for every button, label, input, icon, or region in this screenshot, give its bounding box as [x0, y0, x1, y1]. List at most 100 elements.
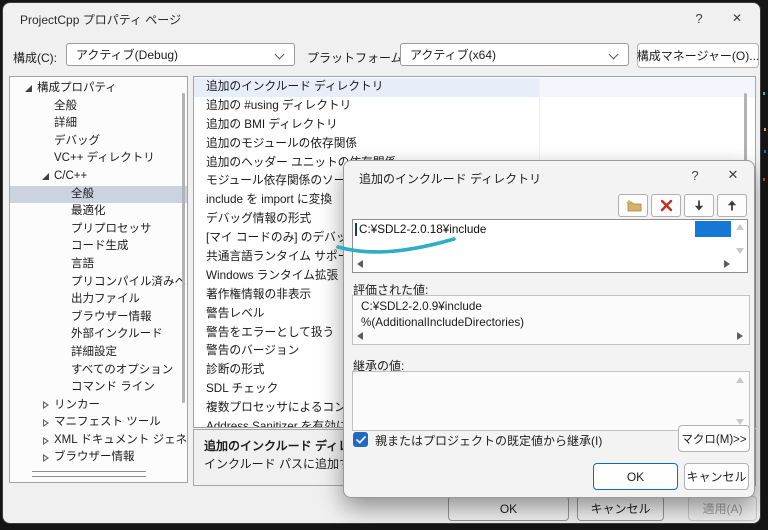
tree-item-label: 構成プロパティ: [37, 82, 117, 94]
macros-button[interactable]: マクロ(M)>>: [678, 425, 750, 452]
scroll-up-icon[interactable]: [736, 224, 744, 230]
close-icon: ✕: [727, 167, 739, 182]
window-title: ProjectCpp プロパティ ページ: [20, 13, 182, 27]
selection-block: [695, 221, 731, 237]
configuration-manager-button[interactable]: 構成マネージャー(O)...: [637, 43, 759, 68]
main-apply-button[interactable]: 適用(A): [688, 496, 757, 521]
tree-item-label: 全般: [71, 187, 94, 200]
tree-item[interactable]: 出力ファイル: [10, 291, 187, 309]
collapsed-expander-icon[interactable]: [37, 401, 54, 409]
move-down-button[interactable]: [684, 194, 714, 217]
tree-item[interactable]: デバッグ: [10, 133, 187, 151]
tree-item-label: コマンド ライン: [71, 381, 155, 394]
property-name: 追加のインクルード ディレクトリ: [194, 78, 540, 97]
tree-item-label: ブラウザー情報: [54, 451, 135, 464]
expanded-expander-icon[interactable]: [20, 85, 37, 92]
tree-item-label: デバッグ: [54, 134, 100, 147]
property-row[interactable]: 追加のモジュールの依存関係: [194, 134, 755, 154]
property-value[interactable]: [540, 116, 755, 135]
collapsed-expander-icon[interactable]: [37, 419, 54, 427]
scroll-right-icon[interactable]: [724, 260, 730, 268]
tree-item-label: 全般: [54, 99, 77, 112]
tree-item[interactable]: コマンド ライン: [10, 379, 187, 397]
scroll-right-icon[interactable]: [737, 332, 743, 340]
directory-entry[interactable]: C:¥SDL2-2.0.18¥include: [355, 221, 695, 238]
platform-select[interactable]: アクティブ(x64): [400, 43, 629, 66]
inherited-values-box: [352, 371, 750, 431]
main-ok-label: OK: [499, 501, 518, 516]
tree-item[interactable]: 全般: [10, 185, 187, 204]
tree-item-label: プリプロセッサ: [71, 222, 152, 235]
tree-item[interactable]: 言語: [10, 256, 187, 274]
move-up-button[interactable]: [717, 194, 747, 217]
tree-item-label: 詳細設定: [71, 345, 117, 358]
text-caret: [355, 223, 357, 236]
tree-item[interactable]: 外部インクルード: [10, 326, 187, 344]
configuration-manager-label: 構成マネージャー(O)...: [636, 49, 760, 63]
dialog-ok-button[interactable]: OK: [593, 463, 678, 490]
desktop-pixel: [764, 150, 766, 153]
configuration-select[interactable]: アクティブ(Debug): [66, 43, 295, 66]
dialog-cancel-button[interactable]: キャンセル: [684, 463, 749, 490]
tree-item[interactable]: ブラウザー情報: [10, 449, 187, 467]
tree-item-label: 言語: [71, 257, 94, 270]
main-apply-label: 適用(A): [702, 502, 743, 516]
tree-item[interactable]: 全般: [10, 98, 187, 116]
scroll-left-icon[interactable]: [357, 260, 363, 268]
property-value[interactable]: [540, 97, 755, 116]
tree-item[interactable]: プリプロセッサ: [10, 221, 187, 239]
evaluated-line: %(AdditionalIncludeDirectories): [361, 316, 525, 329]
tree-item-label: すべてのオプション: [71, 363, 174, 376]
chevron-down-icon: [274, 49, 285, 60]
directories-list[interactable]: C:¥SDL2-2.0.18¥include: [352, 219, 748, 273]
tree-item[interactable]: コード生成: [10, 238, 187, 256]
close-icon: ✕: [731, 11, 743, 25]
tree-item[interactable]: VC++ ディレクトリ: [10, 150, 187, 168]
tree-scrollbar[interactable]: [182, 93, 185, 403]
tree-item[interactable]: 構成プロパティ: [10, 80, 187, 98]
property-row[interactable]: 追加の BMI ディレクトリ: [194, 115, 755, 135]
dialog-help-button[interactable]: ?: [680, 164, 710, 186]
expanded-expander-icon[interactable]: [37, 173, 54, 180]
splitter-grip[interactable]: [32, 471, 146, 477]
tree-item[interactable]: XML ドキュメント ジェネレーター: [10, 432, 187, 450]
titlebar[interactable]: ProjectCpp プロパティ ページ ? ✕: [3, 3, 760, 33]
move-down-icon: [694, 200, 704, 211]
scroll-left-icon[interactable]: [357, 332, 363, 340]
tree-item-label: リンカー: [54, 398, 100, 411]
property-row[interactable]: 追加のインクルード ディレクトリ: [194, 78, 755, 97]
delete-line-button[interactable]: [651, 194, 681, 217]
collapsed-expander-icon[interactable]: [37, 437, 54, 445]
main-cancel-button[interactable]: キャンセル: [577, 496, 664, 521]
tree-item[interactable]: ブラウザー情報: [10, 309, 187, 327]
platform-value: アクティブ(x64): [410, 48, 497, 62]
tree-item[interactable]: 最適化: [10, 203, 187, 221]
help-button[interactable]: ?: [684, 7, 714, 29]
collapsed-expander-icon[interactable]: [37, 454, 54, 462]
tree-item-label: プリコンパイル済みヘッダー: [71, 275, 187, 288]
tree-item[interactable]: 詳細設定: [10, 344, 187, 362]
property-name: 追加の #using ディレクトリ: [194, 96, 540, 116]
tree-item[interactable]: マニフェスト ツール: [10, 414, 187, 432]
property-row[interactable]: 追加の #using ディレクトリ: [194, 96, 755, 116]
tree-item-label: ブラウザー情報: [71, 310, 152, 323]
close-button[interactable]: ✕: [722, 7, 752, 29]
macros-button-label: マクロ(M)>>: [681, 433, 747, 446]
new-line-button[interactable]: [618, 194, 648, 217]
tree-item-label: 詳細: [54, 117, 77, 130]
scroll-up-icon[interactable]: [736, 377, 744, 383]
dialog-close-button[interactable]: ✕: [718, 164, 748, 186]
property-value[interactable]: [540, 78, 755, 97]
tree-item[interactable]: リンカー: [10, 397, 187, 415]
tree-item[interactable]: 詳細: [10, 115, 187, 133]
tree-item[interactable]: C/C++: [10, 168, 187, 186]
main-ok-button[interactable]: OK: [448, 496, 569, 521]
scroll-down-icon[interactable]: [736, 248, 744, 254]
tree-item[interactable]: プリコンパイル済みヘッダー: [10, 274, 187, 292]
inherit-checkbox[interactable]: [353, 432, 368, 447]
property-value[interactable]: [540, 135, 755, 154]
desktop-pixel: [763, 178, 765, 181]
desktop-pixel: [763, 92, 765, 95]
tree-item-label: コード生成: [71, 240, 129, 253]
tree-item[interactable]: すべてのオプション: [10, 362, 187, 380]
